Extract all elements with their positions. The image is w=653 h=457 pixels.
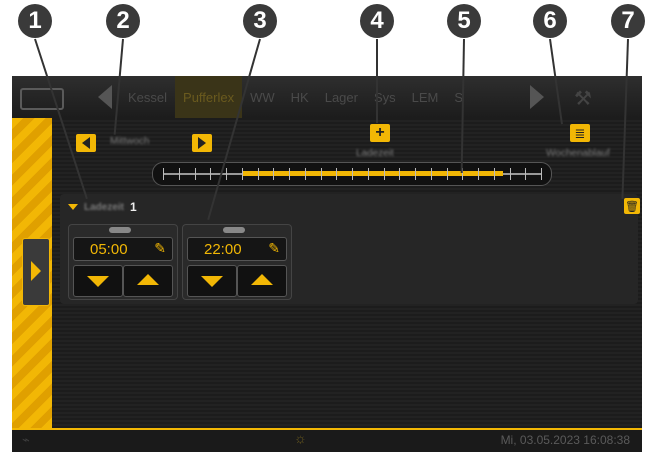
- slider-tick: [367, 168, 369, 180]
- slider-tick: [541, 168, 542, 180]
- slider-tick: [383, 168, 385, 180]
- tab-lem[interactable]: LEM: [404, 76, 447, 118]
- triangle-up-icon: [251, 274, 273, 285]
- callout-3: 3: [243, 4, 277, 38]
- arrow-right-icon: [198, 137, 206, 149]
- slider-tick: [178, 168, 180, 180]
- slider-tick: [226, 168, 227, 180]
- slider-tick: [509, 168, 511, 180]
- slider-tick: [399, 168, 401, 180]
- tab-strip: Kessel Pufferlex WW HK Lager Sys LEM S: [120, 76, 471, 118]
- decrease-start-button[interactable]: [73, 265, 123, 297]
- prev-day-button[interactable]: [76, 134, 96, 152]
- slider-fill: [242, 171, 504, 176]
- trash-icon: 🗑: [625, 200, 639, 213]
- slider-tick: [415, 168, 416, 180]
- next-day-button[interactable]: [192, 134, 212, 152]
- arrow-right-icon: [31, 261, 41, 281]
- delete-slot-button[interactable]: 🗑: [624, 198, 640, 214]
- slider-tick: [352, 168, 353, 180]
- tab-lager[interactable]: Lager: [317, 76, 366, 118]
- callout-5: 5: [447, 4, 481, 38]
- callout-label: 5: [457, 7, 471, 34]
- slider-tick: [273, 168, 275, 180]
- triangle-down-icon: [87, 276, 109, 287]
- end-time-value: 22:00: [204, 241, 242, 258]
- slider-tick: [336, 168, 338, 180]
- slider-tick: [304, 168, 306, 180]
- slider-tick: [194, 168, 196, 180]
- tool-icon[interactable]: ⚒: [574, 86, 592, 111]
- increase-start-button[interactable]: [123, 265, 173, 297]
- side-expand-button[interactable]: [22, 238, 50, 306]
- end-time-field[interactable]: 22:00 ✎: [187, 237, 287, 261]
- tab-s[interactable]: S: [446, 76, 471, 118]
- plus-icon: +: [375, 124, 385, 141]
- callout-label: 2: [116, 7, 130, 34]
- slot-badge: Ladezeit: [84, 201, 125, 213]
- slider-tick: [289, 168, 290, 180]
- slider-tick: [430, 168, 432, 180]
- callout-label: 6: [543, 7, 557, 34]
- slider-tick: [525, 168, 527, 180]
- triangle-down-icon: [201, 276, 223, 287]
- triangle-down-icon: [68, 204, 78, 210]
- service-icon[interactable]: ☼: [294, 430, 307, 446]
- pencil-icon[interactable]: ✎: [154, 240, 166, 257]
- add-time-button[interactable]: +: [370, 124, 390, 142]
- pencil-icon[interactable]: ✎: [268, 240, 280, 257]
- date-time: Mi, 03.05.2023 16:08:38: [500, 433, 630, 447]
- start-time-value: 05:00: [90, 241, 128, 258]
- list-icon: ≣: [574, 125, 586, 141]
- start-time-field[interactable]: 05:00 ✎: [73, 237, 173, 261]
- callout-2: 2: [106, 4, 140, 38]
- slot-header[interactable]: Ladezeit 1: [68, 200, 137, 214]
- slider-tick: [257, 168, 259, 180]
- top-navigation-bar: Kessel Pufferlex WW HK Lager Sys LEM S ⚒: [12, 76, 642, 118]
- slider-tick: [446, 168, 448, 180]
- week-view-button[interactable]: ≣: [570, 124, 590, 142]
- start-time-card: 05:00 ✎: [68, 224, 178, 300]
- status-led: [223, 227, 245, 233]
- slider-tick: [320, 168, 322, 180]
- tab-puffer[interactable]: Pufferlex: [175, 76, 243, 118]
- tab-hk[interactable]: HK: [283, 76, 317, 118]
- week-view-label: Wochenablauf: [546, 148, 610, 159]
- status-bar: ⌁ ☼ Mi, 03.05.2023 16:08:38: [12, 428, 642, 452]
- slider-tick: [478, 168, 479, 180]
- callout-label: 3: [253, 7, 267, 34]
- device-screen: Kessel Pufferlex WW HK Lager Sys LEM S ⚒…: [12, 76, 642, 452]
- slider-tick: [493, 168, 495, 180]
- callout-label: 4: [370, 7, 384, 34]
- tab-sys[interactable]: Sys: [366, 76, 404, 118]
- callout-leader-4: [376, 39, 378, 123]
- callout-7: 7: [611, 4, 645, 38]
- arrow-left-icon: [82, 137, 90, 149]
- increase-end-button[interactable]: [237, 265, 287, 297]
- slot-number: 1: [130, 200, 137, 214]
- tab-kessel[interactable]: Kessel: [120, 76, 175, 118]
- end-time-card: 22:00 ✎: [182, 224, 292, 300]
- time-range-slider[interactable]: [152, 162, 552, 186]
- callout-4: 4: [360, 4, 394, 38]
- chevron-left-icon[interactable]: [98, 85, 112, 109]
- add-time-label: Ladezeit: [356, 148, 394, 159]
- day-label: Mittwoch: [110, 136, 150, 147]
- slider-tick: [163, 168, 164, 180]
- network-icon: ⌁: [22, 432, 30, 447]
- callout-1: 1: [18, 4, 52, 38]
- callout-label: 7: [621, 7, 635, 34]
- slider-tick: [241, 168, 243, 180]
- decrease-end-button[interactable]: [187, 265, 237, 297]
- slider-tick: [210, 168, 212, 180]
- callout-6: 6: [533, 4, 567, 38]
- chevron-right-icon[interactable]: [530, 85, 544, 109]
- callout-label: 1: [28, 7, 42, 34]
- status-led: [109, 227, 131, 233]
- triangle-up-icon: [137, 274, 159, 285]
